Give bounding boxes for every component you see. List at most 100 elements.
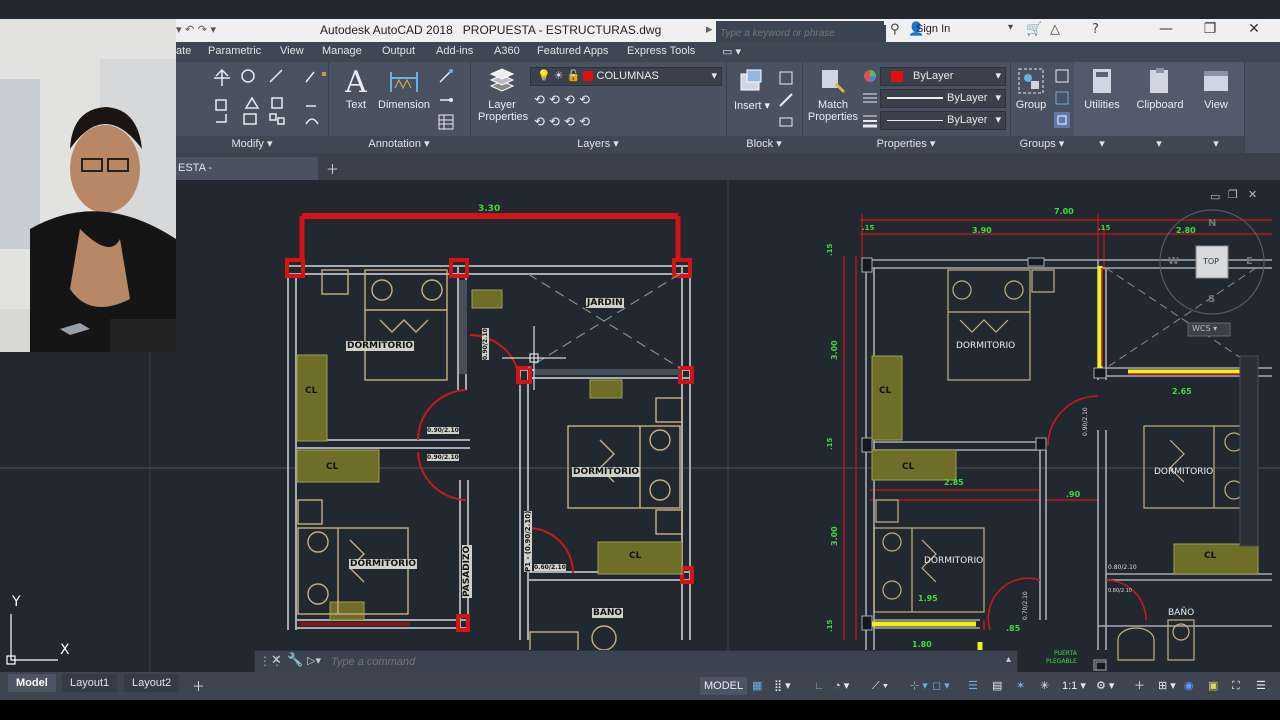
tab-express-tools[interactable]: Express Tools [627, 45, 695, 57]
linetype-dropdown[interactable]: ByLayer ▾ [880, 89, 1006, 108]
text-button[interactable]: A Text [336, 66, 376, 111]
hardware-acceleration-icon[interactable]: ◉ [1184, 677, 1194, 695]
osnap-icon[interactable]: ⊹ ▾ [910, 677, 928, 695]
viewport-restore-icon[interactable]: ❐ [1228, 188, 1238, 201]
group-button[interactable]: Group [1012, 66, 1050, 111]
tab-annotate[interactable]: ate [176, 45, 191, 57]
annotation-visibility-icon[interactable]: ✳ [1040, 677, 1049, 695]
layer-dropdown[interactable]: 💡 ☀ 🔓 COLUMNAS ▾ [530, 67, 722, 86]
edit-attributes-icon[interactable] [778, 114, 794, 130]
tab-output[interactable]: Output [382, 45, 415, 57]
chevron-down-icon[interactable]: ▾ [1008, 22, 1013, 33]
modify-tools-icon[interactable] [176, 62, 328, 132]
model-space-button[interactable]: MODEL [700, 677, 748, 695]
isodraft-icon[interactable]: ⟋ ▾ [872, 677, 888, 695]
ortho-icon[interactable]: ∟ [814, 677, 825, 695]
tab-manage[interactable]: Manage [322, 45, 362, 57]
multileader-icon[interactable] [438, 68, 454, 84]
search-box[interactable] [716, 21, 886, 42]
ribbon-minimize-icon[interactable]: ▭ ▾ [722, 45, 741, 58]
add-layout-icon[interactable]: ＋ [192, 676, 205, 695]
chevron-up-icon[interactable]: ▴ [1006, 654, 1011, 665]
clean-screen-icon[interactable]: ▣ [1208, 677, 1218, 695]
view-expand[interactable]: ▾ [1188, 136, 1244, 153]
help-icon[interactable]: ? [1092, 22, 1099, 37]
dimension-button[interactable]: Dimension [374, 66, 434, 111]
utilities-button[interactable]: Utilities [1078, 66, 1126, 111]
wcs-menu[interactable]: WCS ▾ [1192, 324, 1217, 333]
leader-icon[interactable] [438, 92, 454, 108]
drawing-canvas[interactable]: 3.30 DORMITORIO JARDÍN DORMITORIO DORMIT… [0, 180, 1280, 672]
tab-model[interactable]: Model [8, 674, 56, 692]
viewport-minimize-icon[interactable]: ▭ [1210, 190, 1220, 203]
lineweight-dropdown[interactable]: ByLayer ▾ [880, 111, 1006, 130]
clipboard-expand[interactable]: ▾ [1130, 136, 1188, 153]
group-edit-icon[interactable] [1054, 90, 1070, 106]
wrench-icon[interactable]: 🔧 [287, 653, 303, 668]
search-input[interactable] [716, 25, 886, 42]
insert-button[interactable]: Insert ▾ [730, 66, 774, 112]
grid-icon[interactable]: ▦ [752, 677, 762, 695]
customize-menu-icon[interactable]: ☰ [1256, 677, 1266, 695]
a360-icon[interactable]: △ [1050, 22, 1060, 37]
binoculars-icon[interactable]: ⚲ [890, 22, 900, 37]
quick-access-toolbar[interactable]: ▾ ↶ ↷ ▾ [176, 23, 216, 36]
restore-button[interactable]: ❐ [1190, 21, 1230, 37]
snap-icon[interactable]: ⣿ ▾ [774, 677, 791, 695]
search-arrow-icon[interactable]: ▸ [706, 22, 713, 37]
color-wheel-icon[interactable] [862, 68, 878, 84]
match-properties-button[interactable]: Match Properties [806, 66, 860, 123]
transparency-icon[interactable]: ▤ [992, 677, 1002, 695]
tab-parametric[interactable]: Parametric [208, 45, 261, 57]
linetype-icon[interactable] [862, 90, 878, 106]
fullscreen-icon[interactable]: ⛶ [1232, 677, 1240, 695]
properties-panel-title[interactable]: Properties ▾ [802, 136, 1010, 153]
viewport-close-icon[interactable]: ✕ [1248, 188, 1257, 201]
close-icon[interactable]: ✕ [271, 653, 282, 668]
viewcube-w[interactable]: W [1168, 256, 1179, 267]
viewcube-e[interactable]: E [1246, 256, 1253, 267]
tab-layout1[interactable]: Layout1 [62, 674, 118, 692]
lineweight-icon[interactable] [862, 112, 878, 128]
color-dropdown[interactable]: ByLayer ▾ [880, 67, 1006, 86]
groups-panel-title[interactable]: Groups ▾ [1010, 136, 1074, 153]
utilities-expand[interactable]: ▾ [1074, 136, 1130, 153]
annotation-panel-title[interactable]: Annotation ▾ [328, 136, 470, 153]
block-panel-title[interactable]: Block ▾ [726, 136, 802, 153]
command-line[interactable]: ⋮⋮ ✕ 🔧 ▷▾ ▴ [254, 650, 1018, 674]
isolate-icon[interactable]: ⊞ ▾ [1158, 677, 1176, 695]
viewcube-top[interactable]: TOP [1203, 257, 1219, 266]
viewcube-s[interactable]: S [1208, 294, 1215, 305]
close-button[interactable]: ✕ [1234, 21, 1274, 37]
selection-cycling-icon[interactable]: ✶ [1016, 677, 1025, 695]
layer-tools-icon[interactable]: ⟲ ⟲ ⟲ ⟲ ⟲ ⟲ ⟲ ⟲ [532, 90, 642, 132]
viewcube-n[interactable]: N [1208, 218, 1216, 229]
clipboard-button[interactable]: Clipboard [1132, 66, 1188, 111]
tab-a360[interactable]: A360 [494, 45, 520, 57]
annotation-scale-dropdown[interactable]: 1:1 ▾ [1062, 677, 1086, 695]
table-icon[interactable] [438, 114, 454, 130]
view-button[interactable]: View [1192, 66, 1240, 111]
tab-featured-apps[interactable]: Featured Apps [537, 45, 609, 57]
layers-panel-title[interactable]: Layers ▾ [470, 136, 726, 153]
new-tab-icon[interactable]: ＋ [326, 159, 339, 178]
polar-icon[interactable]: ◔ ▾ [834, 677, 849, 695]
edit-block-icon[interactable] [778, 92, 794, 108]
modify-panel-title[interactable]: Modify ▾ [176, 136, 328, 153]
sign-in-button[interactable]: Sign In [916, 23, 950, 35]
minimize-button[interactable]: — [1146, 21, 1186, 37]
tab-view[interactable]: View [280, 45, 304, 57]
create-block-icon[interactable] [778, 70, 794, 86]
workspace-gear-icon[interactable]: ⚙ ▾ [1096, 677, 1114, 695]
lineweight-toggle-icon[interactable]: ☰ [968, 677, 978, 695]
add-icon[interactable]: ＋ [1134, 677, 1145, 695]
cart-icon[interactable]: 🛒 [1026, 22, 1042, 37]
command-input[interactable] [329, 653, 933, 671]
group-selection-icon[interactable] [1054, 112, 1070, 128]
otrack-icon[interactable]: ◻ ▾ [932, 677, 950, 695]
tab-add-ins[interactable]: Add-ins [436, 45, 473, 57]
document-tab[interactable]: ESTA - ESTRUCTURAS*✕ [176, 157, 318, 197]
ungroup-icon[interactable] [1054, 68, 1070, 84]
tab-layout2[interactable]: Layout2 [124, 674, 180, 692]
layer-properties-button[interactable]: Layer Properties [478, 66, 528, 123]
